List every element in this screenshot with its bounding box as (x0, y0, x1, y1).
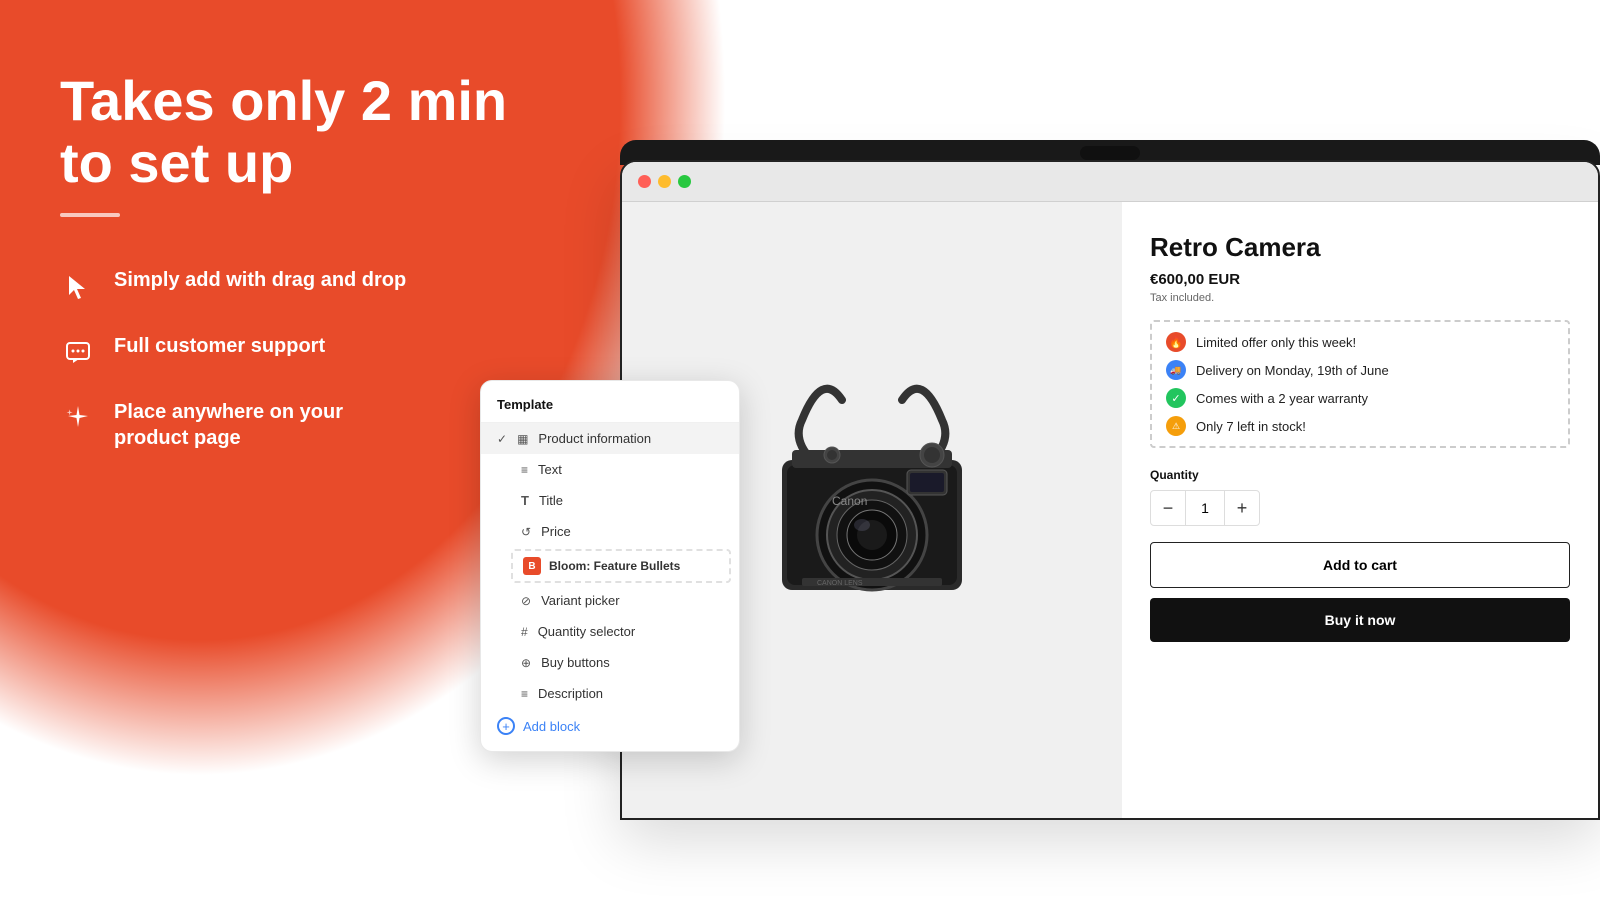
template-item-label-title: Title (539, 493, 563, 508)
traffic-light-green[interactable] (678, 175, 691, 188)
buy-icon: ⊕ (521, 656, 531, 670)
feature-text-place: Place anywhere on yourproduct page (114, 399, 343, 451)
cursor-icon (60, 269, 96, 305)
bullet-text-offer: Limited offer only this week! (1196, 335, 1356, 350)
add-block-icon: + (497, 717, 515, 735)
template-item-label-variant: Variant picker (541, 593, 620, 608)
svg-text:CANON LENS: CANON LENS (817, 580, 863, 587)
traffic-light-red[interactable] (638, 175, 651, 188)
quantity-decrease-button[interactable]: − (1151, 491, 1185, 525)
bottom-label: Bloom: Product Feature Bullets (60, 842, 300, 860)
bullet-stock: ⚠ Only 7 left in stock! (1166, 416, 1554, 436)
template-item-label-price: Price (541, 524, 571, 539)
ti-grid-icon: ▦ (517, 432, 528, 446)
headline-line1: Takes only 2 min (60, 69, 507, 132)
divider (60, 213, 120, 217)
sparkle-icon (60, 401, 96, 437)
feature-item-drag-drop: Simply add with drag and drop (60, 267, 510, 305)
bullet-offer: 🔥 Limited offer only this week! (1166, 332, 1554, 352)
template-item-label-quantity: Quantity selector (538, 624, 636, 639)
features-list: Simply add with drag and drop Full custo… (60, 267, 510, 451)
feature-item-support: Full customer support (60, 333, 510, 371)
chat-icon (60, 335, 96, 371)
tax-text: Tax included. (1150, 292, 1570, 304)
menu-icon-text: ≡ (521, 463, 528, 477)
feature-text-drag-drop: Simply add with drag and drop (114, 267, 406, 293)
template-item-text[interactable]: ≡ Text (481, 454, 739, 485)
feature-item-place: Place anywhere on yourproduct page (60, 399, 510, 451)
bullet-warranty: ✓ Comes with a 2 year warranty (1166, 388, 1554, 408)
template-item-title[interactable]: T Title (481, 485, 739, 516)
traffic-lights (638, 175, 691, 188)
browser-content: Canon CANON LENS Retro Camera €600,00 EU… (622, 202, 1598, 818)
svg-text:Canon: Canon (832, 494, 867, 508)
quantity-increase-button[interactable]: + (1225, 491, 1259, 525)
bullet-delivery: 🚚 Delivery on Monday, 19th of June (1166, 360, 1554, 380)
product-price: €600,00 EUR (1150, 271, 1570, 288)
t-icon: T (521, 493, 529, 508)
bullet-text-stock: Only 7 left in stock! (1196, 419, 1306, 434)
headline-line2: to set up (60, 131, 293, 194)
quantity-value: 1 (1185, 491, 1225, 525)
bullet-text-warranty: Comes with a 2 year warranty (1196, 391, 1368, 406)
bullet-text-delivery: Delivery on Monday, 19th of June (1196, 363, 1389, 378)
product-title: Retro Camera (1150, 232, 1570, 263)
template-item-label-text: Text (538, 462, 562, 477)
browser-window: Canon CANON LENS Retro Camera €600,00 EU… (620, 160, 1600, 820)
template-item-label-description: Description (538, 686, 603, 701)
camera-image: Canon CANON LENS (702, 340, 1042, 680)
template-item-label-buy: Buy buttons (541, 655, 610, 670)
check-icon: ✓ (497, 432, 507, 446)
feature-bullets-box: 🔥 Limited offer only this week! 🚚 Delive… (1150, 320, 1570, 448)
template-item-label-bloom: Bloom: Feature Bullets (549, 559, 680, 573)
template-item-product-info[interactable]: ✓ ▦ Product information (481, 423, 739, 454)
template-item-quantity[interactable]: # Quantity selector (481, 616, 739, 647)
bullet-icon-delivery: 🚚 (1166, 360, 1186, 380)
bullet-icon-warranty: ✓ (1166, 388, 1186, 408)
add-to-cart-button[interactable]: Add to cart (1150, 542, 1570, 588)
feature-text-support: Full customer support (114, 333, 325, 359)
template-panel-title: Template (481, 397, 739, 423)
template-item-buy[interactable]: ⊕ Buy buttons (481, 647, 739, 678)
bloom-icon: B (523, 557, 541, 575)
circle-icon: ⊘ (521, 594, 531, 608)
quantity-label: Quantity (1150, 468, 1570, 482)
template-item-description[interactable]: ≡ Description (481, 678, 739, 709)
traffic-light-yellow[interactable] (658, 175, 671, 188)
price-icon: ↺ (521, 525, 531, 539)
template-item-label-product-info: Product information (538, 431, 651, 446)
bullet-icon-stock: ⚠ (1166, 416, 1186, 436)
product-details: Retro Camera €600,00 EUR Tax included. 🔥… (1122, 202, 1598, 818)
laptop-camera (1080, 146, 1140, 160)
add-block[interactable]: + Add block (481, 709, 739, 743)
browser-titlebar (622, 162, 1598, 202)
bullet-icon-offer: 🔥 (1166, 332, 1186, 352)
hash-icon: # (521, 625, 528, 639)
desc-icon: ≡ (521, 687, 528, 701)
template-panel: Template ✓ ▦ Product information ≡ Text … (480, 380, 740, 752)
template-item-variant[interactable]: ⊘ Variant picker (481, 585, 739, 616)
add-block-label: Add block (523, 719, 580, 734)
buy-now-button[interactable]: Buy it now (1150, 598, 1570, 642)
template-item-price[interactable]: ↺ Price (481, 516, 739, 547)
template-item-bloom[interactable]: B Bloom: Feature Bullets (511, 549, 731, 583)
headline: Takes only 2 min to set up (60, 70, 510, 193)
quantity-control: − 1 + (1150, 490, 1260, 526)
